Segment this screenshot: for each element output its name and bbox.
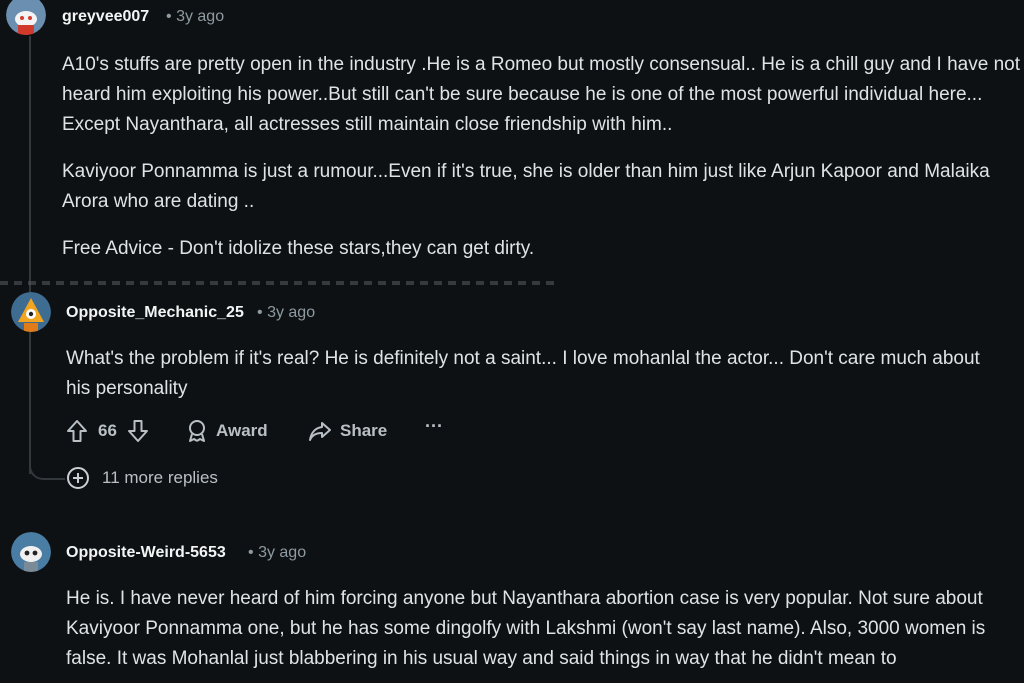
avatar[interactable] [6,0,46,35]
comment-body: A10's stuffs are pretty open in the indu… [62,50,1020,264]
downvote-arrow-icon[interactable] [127,419,149,443]
comment-paragraph: He is. I have never heard of him forcing… [66,588,986,669]
more-replies-button[interactable]: 11 more replies [66,466,218,490]
separator: • [166,8,172,25]
vote-group: 66 [66,419,149,443]
comment-paragraph: Free Advice - Don't idolize these stars,… [62,238,535,259]
share-label: Share [340,421,388,440]
comment-age: • 3y ago [166,8,224,26]
share-icon [309,422,331,441]
share-button[interactable]: Share [308,419,387,443]
comment-age: • 3y ago [257,304,315,322]
thread-line-main[interactable] [29,36,31,474]
timestamp: 3y ago [267,304,316,321]
vote-count: 66 [98,421,117,440]
thread-line-curve [29,450,65,480]
snoo-avatar-icon [11,292,51,332]
comment-paragraph: A10's stuffs are pretty open in the indu… [62,54,1021,135]
comment-paragraph: What's the problem if it's real? He is d… [66,348,980,399]
award-button[interactable]: Award [186,419,268,443]
snoo-avatar-icon [11,532,51,572]
snoo-avatar-icon [6,0,46,35]
timestamp: 3y ago [176,8,225,25]
username[interactable]: Opposite_Mechanic_25 [66,304,244,322]
avatar[interactable] [11,292,51,332]
comment-body: What's the problem if it's real? He is d… [66,344,996,404]
comment-body: He is. I have never heard of him forcing… [66,584,1020,674]
award-label: Award [216,421,268,440]
timestamp: 3y ago [258,544,307,561]
separator: • [257,304,263,321]
comment-age: • 3y ago [248,544,306,562]
more-replies-label: 11 more replies [102,468,218,487]
upvote-arrow-icon[interactable] [66,419,88,443]
plus-circle-icon [67,467,89,489]
award-icon [189,420,205,442]
username[interactable]: greyvee007 [62,8,149,26]
avatar[interactable] [11,532,51,572]
more-options-button[interactable]: ··· [425,416,443,437]
comment-paragraph: Kaviyoor Ponnamma is just a rumour...Eve… [62,161,990,212]
more-options-icon: ··· [425,416,443,436]
separator: • [248,544,254,561]
username[interactable]: Opposite-Weird-5653 [66,544,226,562]
render-artifact [0,281,560,285]
